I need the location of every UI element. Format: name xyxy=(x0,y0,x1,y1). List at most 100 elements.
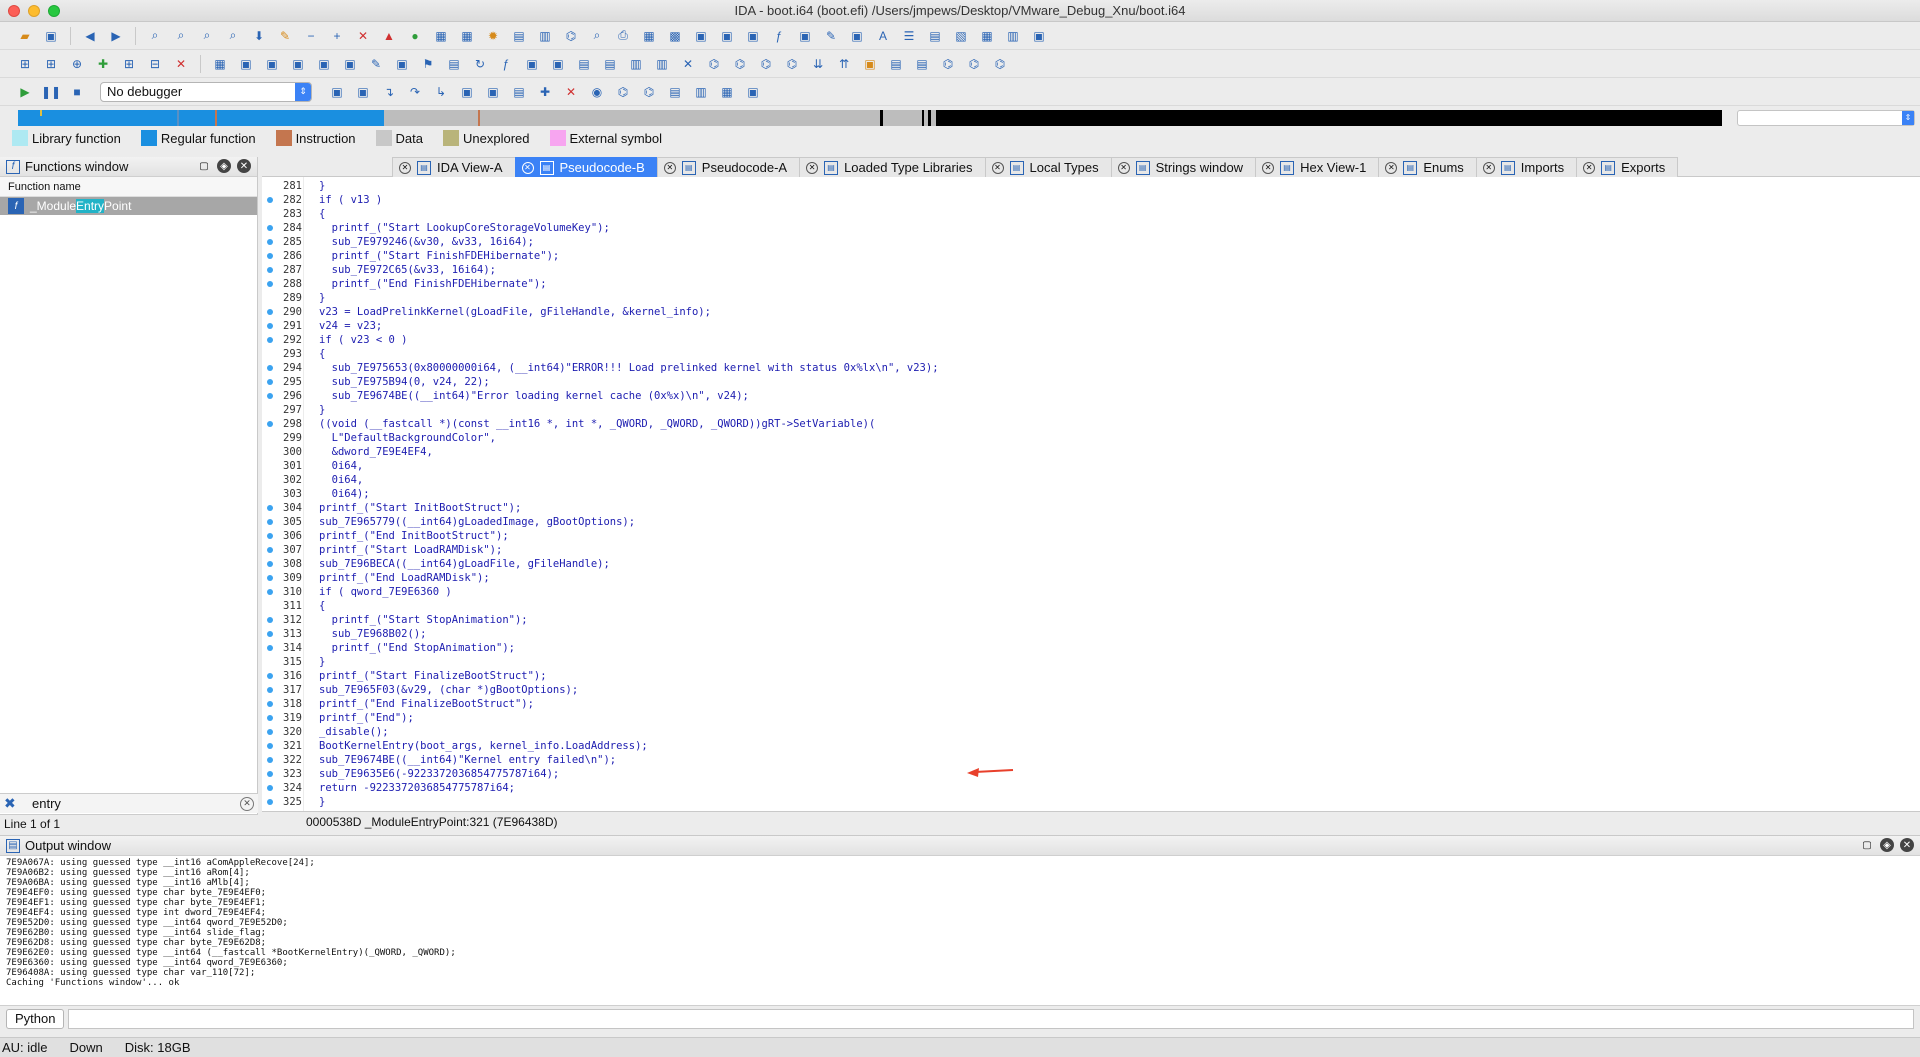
close-tab-icon[interactable]: ✕ xyxy=(991,161,1004,174)
code-text[interactable]: &dword_7E9E4EF4, xyxy=(319,445,433,459)
remove-icon[interactable]: ✕ xyxy=(170,54,192,74)
zoom-icon[interactable]: ⌕ xyxy=(586,26,608,46)
code-line[interactable]: 318 printf_("End FinalizeBootStruct"); xyxy=(262,697,1920,711)
memory-icon[interactable]: ▦ xyxy=(716,82,738,102)
code-text[interactable]: sub_7E975B94(0, v24, 22); xyxy=(319,375,490,389)
code-line[interactable]: 290 v23 = LoadPrelinkKernel(gLoadFile, gF… xyxy=(262,305,1920,319)
code-line[interactable]: 324 return -9223372036854775787i64; xyxy=(262,781,1920,795)
string-icon[interactable]: ⊕ xyxy=(66,54,88,74)
breakpoint-dot-icon[interactable] xyxy=(267,505,273,511)
code-line[interactable]: 285 sub_7E979246(&v30, &v33, 16i64); xyxy=(262,235,1920,249)
node-icon[interactable]: ⌬ xyxy=(703,54,725,74)
code-text[interactable]: if ( qword_7E9E6360 ) xyxy=(319,585,452,599)
breakpoint-dot-icon[interactable] xyxy=(267,673,273,679)
code-line[interactable]: 286 printf_("Start FinishFDEHibernate"); xyxy=(262,249,1920,263)
breakpoint-list-icon[interactable]: ▤ xyxy=(508,82,530,102)
step-out-icon[interactable]: ↳ xyxy=(430,82,452,102)
pseudocode-view[interactable]: 281} 282 if ( v13 ) 283{284 printf_("Start … xyxy=(262,177,1920,811)
code-text[interactable]: 0i64, xyxy=(319,473,364,487)
code-line[interactable]: 312 printf_("Start StopAnimation"); xyxy=(262,613,1920,627)
unhide-icon[interactable]: ▤ xyxy=(599,54,621,74)
code-line[interactable]: 300 &dword_7E9E4EF4, xyxy=(262,445,1920,459)
code-text[interactable]: printf_("End"); xyxy=(319,711,414,725)
close-tab-icon[interactable]: ✕ xyxy=(1583,161,1596,174)
breakpoint-dot-icon[interactable] xyxy=(267,337,273,343)
org-icon[interactable]: ⌬ xyxy=(989,54,1011,74)
expand-icon[interactable]: ▥ xyxy=(651,54,673,74)
warning-icon[interactable]: ▲ xyxy=(378,26,400,46)
hierarchy-icon[interactable]: ⌬ xyxy=(963,54,985,74)
output-log[interactable]: 7E9A067A: using guessed type __int16 aCo… xyxy=(0,856,1920,990)
data-icon[interactable]: ⊞ xyxy=(40,54,62,74)
breakpoint-dot-icon[interactable] xyxy=(267,799,273,805)
run-until-icon[interactable]: ▣ xyxy=(456,82,478,102)
code-line[interactable]: 320 _disable(); xyxy=(262,725,1920,739)
frame-icon[interactable]: ▣ xyxy=(521,54,543,74)
type-icon[interactable]: ▦ xyxy=(209,54,231,74)
view-a-icon[interactable]: ▣ xyxy=(690,26,712,46)
breakpoint-dot-icon[interactable] xyxy=(267,281,273,287)
code-line[interactable]: 313 sub_7E968B02(); xyxy=(262,627,1920,641)
breakpoint-dot-icon[interactable] xyxy=(267,519,273,525)
code-text[interactable]: sub_7E975653(0x80000000i64, (__int64)"ER… xyxy=(319,361,939,375)
code-text[interactable]: } xyxy=(319,179,325,193)
hide-icon[interactable]: ▤ xyxy=(573,54,595,74)
flow-icon[interactable]: ▧ xyxy=(950,26,972,46)
code-text[interactable]: sub_7E972C65(&v33, 16i64); xyxy=(319,263,496,277)
code-line[interactable]: 281} xyxy=(262,179,1920,193)
breakpoint-dot-icon[interactable] xyxy=(267,309,273,315)
close-window-button[interactable] xyxy=(8,5,20,17)
code-text[interactable]: printf_("End InitBootStruct"); xyxy=(319,529,509,543)
code-line[interactable]: 294 sub_7E975653(0x80000000i64, (__int64… xyxy=(262,361,1920,375)
tree-icon[interactable]: ⌬ xyxy=(937,54,959,74)
code-line[interactable]: 291 v24 = v23; xyxy=(262,319,1920,333)
flag-icon[interactable]: ⚑ xyxy=(417,54,439,74)
code-text[interactable]: } xyxy=(319,795,325,809)
align-top-icon[interactable]: ⇈ xyxy=(833,54,855,74)
code-line[interactable]: 283 { xyxy=(262,207,1920,221)
breakpoint-dot-icon[interactable] xyxy=(267,631,273,637)
close-pane-icon[interactable]: ✕ xyxy=(237,159,251,173)
code-line[interactable]: 315} xyxy=(262,655,1920,669)
code-text[interactable]: printf_("Start StopAnimation"); xyxy=(319,613,528,627)
code-line[interactable]: 303 0i64); xyxy=(262,487,1920,501)
code-text[interactable]: sub_7E9635E6(-9223372036854775787i64); xyxy=(319,767,559,781)
code-text[interactable]: 0i64); xyxy=(319,487,370,501)
layout-icon[interactable]: ▥ xyxy=(534,26,556,46)
attach-icon[interactable]: ▣ xyxy=(326,82,348,102)
split-icon[interactable]: ▤ xyxy=(885,54,907,74)
breakpoint-dot-icon[interactable] xyxy=(267,197,273,203)
breakpoint-dot-icon[interactable] xyxy=(267,701,273,707)
code-text[interactable]: sub_7E979246(&v30, &v33, 16i64); xyxy=(319,235,534,249)
breakpoint-dot-icon[interactable] xyxy=(267,617,273,623)
graph-icon[interactable]: ⌬ xyxy=(560,26,582,46)
breakpoint-dot-icon[interactable] xyxy=(267,687,273,693)
code-text[interactable]: printf_("Start LoadRAMDisk"); xyxy=(319,543,502,557)
close-tab-icon[interactable]: ✕ xyxy=(1262,161,1275,174)
code-line[interactable]: 317 sub_7E965F03(&v29, (char *)gBootOptio… xyxy=(262,683,1920,697)
array-icon[interactable]: ⊞ xyxy=(118,54,140,74)
breakpoint-dot-icon[interactable] xyxy=(267,379,273,385)
stack-var-icon[interactable]: ▣ xyxy=(313,54,335,74)
code-text[interactable]: printf_("Start InitBootStruct"); xyxy=(319,501,521,515)
xref-icon[interactable]: ▦ xyxy=(976,26,998,46)
code-line[interactable]: 316 printf_("Start FinalizeBootStruct"); xyxy=(262,669,1920,683)
float-pane-icon[interactable]: ◈ xyxy=(217,159,231,173)
code-line[interactable]: 298 ((void (__fastcall *)(const __int16 *… xyxy=(262,417,1920,431)
breakpoint-dot-icon[interactable] xyxy=(267,323,273,329)
code-line[interactable]: 310 if ( qword_7E9E6360 ) xyxy=(262,585,1920,599)
node-remove-icon[interactable]: ⌬ xyxy=(755,54,777,74)
code-line[interactable]: 295 sub_7E975B94(0, v24, 22); xyxy=(262,375,1920,389)
close-tab-icon[interactable]: ✕ xyxy=(1482,161,1495,174)
code-text[interactable]: } xyxy=(319,291,325,305)
italic-function-icon[interactable]: ƒ xyxy=(495,54,517,74)
code-text[interactable]: if ( v13 ) xyxy=(319,193,382,207)
tab-exports[interactable]: ✕ ▤ Exports xyxy=(1576,157,1679,177)
forward-icon[interactable]: ▶ xyxy=(105,26,127,46)
tab-pseudocode-a[interactable]: ✕ ▤ Pseudocode-A xyxy=(656,157,801,177)
layout-tree-icon[interactable]: ⌬ xyxy=(781,54,803,74)
minimize-window-button[interactable] xyxy=(28,5,40,17)
add-icon[interactable]: ✚ xyxy=(92,54,114,74)
open-folder-icon[interactable]: ▰ xyxy=(14,26,36,46)
code-text[interactable]: v23 = LoadPrelinkKernel(gLoadFile, gFile… xyxy=(319,305,711,319)
